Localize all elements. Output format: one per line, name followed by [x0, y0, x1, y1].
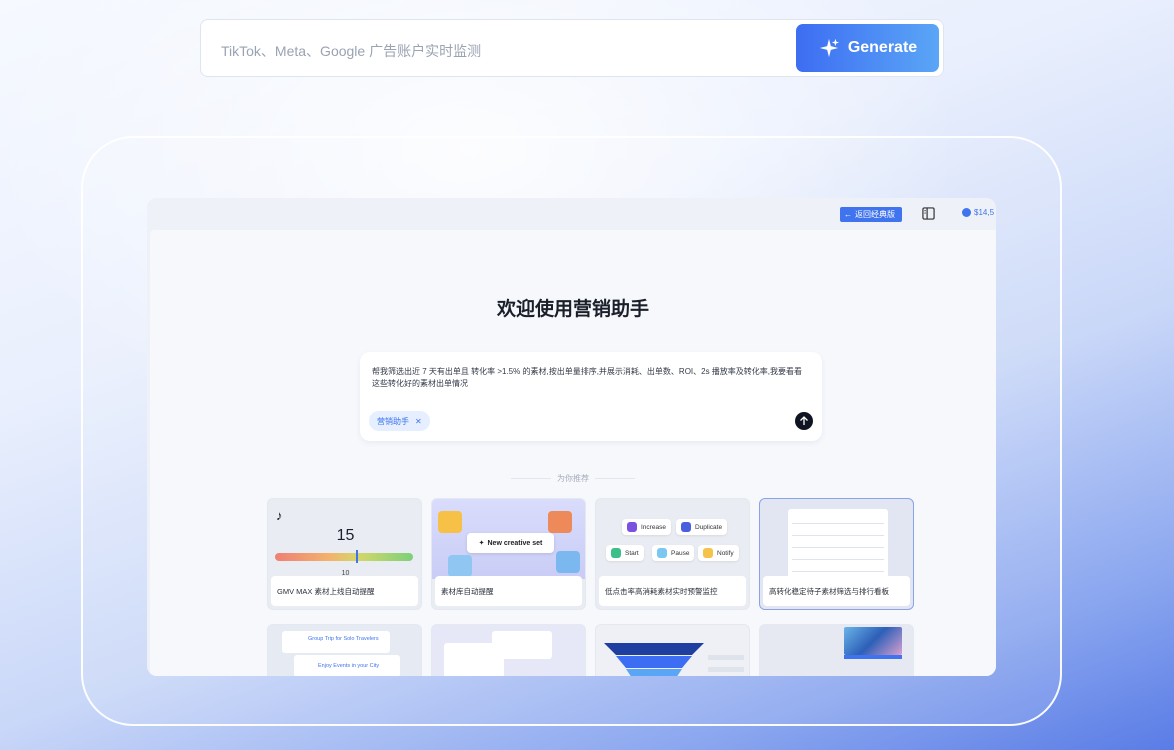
start-pill: Start — [606, 545, 644, 561]
increase-icon — [627, 522, 637, 532]
main-content: 欢迎使用营销助手 帮我筛选出近 7 天有出单且 转化率 >1.5% 的素材,按出… — [150, 230, 996, 676]
recommend-card-travel[interactable]: Group Trip for Solo Travelers Enjoy Even… — [267, 624, 422, 676]
sparkle-icon: ✦ — [478, 540, 485, 547]
gridline — [792, 571, 884, 572]
pause-label: Pause — [671, 549, 690, 557]
sparkle-icon — [819, 38, 839, 58]
recommend-card-alert[interactable]: Increase Duplicate Start Pause Notify 低点… — [595, 498, 750, 610]
recommend-card-adtitle[interactable] — [431, 624, 586, 676]
card-caption: 素材库自动提醒 — [435, 576, 582, 606]
balance-value: $14,5 — [974, 208, 995, 217]
thumb-image — [548, 511, 572, 533]
recommend-card-gmv[interactable]: ♪ 15 10 GMV MAX 素材上线自动提醒 — [267, 498, 422, 610]
arrow-up-icon — [800, 416, 808, 425]
pause-icon — [657, 548, 667, 558]
close-icon[interactable]: ✕ — [415, 417, 422, 426]
recommend-card-creative[interactable]: ✦ New creative set 素材库自动提醒 — [431, 498, 586, 610]
gridline — [792, 547, 884, 548]
wallet-icon — [962, 208, 971, 217]
gridline — [792, 523, 884, 524]
gridline — [792, 535, 884, 536]
thumb-image — [448, 555, 472, 577]
thumb-image — [556, 551, 580, 573]
prompt-text[interactable]: 帮我筛选出近 7 天有出单且 转化率 >1.5% 的素材,按出单量排序,并展示消… — [372, 366, 808, 390]
duplicate-pill: Duplicate — [676, 519, 728, 535]
play-icon — [611, 548, 621, 558]
funnel-graphic — [604, 643, 744, 676]
thumb-image — [438, 511, 462, 533]
notify-label: Notify — [717, 549, 734, 557]
ad-preview-2: Enjoy Events in your City — [294, 655, 400, 676]
sidebar-toggle-icon[interactable] — [922, 207, 935, 220]
bell-icon — [703, 548, 713, 558]
gmv-marker — [356, 550, 358, 563]
app-topbar: ← 返回经典版 $14,5 — [147, 198, 996, 230]
assistant-tag-label: 营销助手 — [377, 416, 409, 426]
pause-pill: Pause — [652, 545, 695, 561]
card-caption: 低点击率高消耗素材实时预警监控 — [599, 576, 746, 606]
recommend-card-funnel[interactable] — [595, 624, 750, 676]
increase-label: Increase — [641, 523, 666, 531]
video-thumbnail — [844, 627, 902, 655]
recommend-divider: 为你推荐 — [150, 473, 996, 484]
increase-pill: Increase — [622, 519, 671, 535]
gmv-gauge — [275, 553, 413, 561]
duplicate-icon — [681, 522, 691, 532]
campaign-panel — [492, 631, 552, 659]
chart-thumbnail — [788, 509, 888, 579]
duplicate-label: Duplicate — [695, 523, 723, 531]
send-button[interactable] — [795, 412, 813, 430]
new-creative-set-label: New creative set — [487, 539, 543, 547]
notify-pill: Notify — [698, 545, 739, 561]
balance-indicator[interactable]: $14,5 — [962, 208, 994, 217]
video-progress — [844, 655, 902, 659]
search-bar[interactable]: TikTok、Meta、Google 广告账户实时监测 Generate — [200, 19, 944, 77]
ad-title-1: Group Trip for Solo Travelers — [308, 636, 379, 642]
tiktok-icon: ♪ — [276, 508, 283, 523]
page-title: 欢迎使用营销助手 — [496, 299, 649, 320]
generate-button[interactable]: Generate — [796, 24, 939, 72]
generate-label: Generate — [847, 39, 918, 56]
new-creative-set-button: ✦ New creative set — [467, 533, 554, 553]
card-caption: 高转化稳定待子素材筛选与排行看板 — [763, 576, 910, 606]
recommend-card-ranking[interactable]: 高转化稳定待子素材筛选与排行看板 — [759, 498, 914, 610]
recommend-card-video[interactable] — [759, 624, 914, 676]
back-classic-label: 返回经典版 — [855, 210, 895, 219]
gridline — [792, 559, 884, 560]
ad-title-2: Enjoy Events in your City — [318, 663, 380, 669]
card-caption: GMV MAX 素材上线自动提醒 — [271, 576, 418, 606]
prompt-input[interactable]: 帮我筛选出近 7 天有出单且 转化率 >1.5% 的素材,按出单量排序,并展示消… — [360, 352, 822, 441]
ad-preview-1: Group Trip for Solo Travelers — [282, 631, 390, 653]
back-classic-button[interactable]: ← 返回经典版 — [840, 207, 902, 222]
assistant-tag[interactable]: 营销助手 ✕ — [369, 411, 430, 431]
search-placeholder[interactable]: TikTok、Meta、Google 广告账户实时监测 — [221, 41, 481, 61]
app-window: ← 返回经典版 $14,5 欢迎使用营销助手 帮我筛选出近 7 天有出单且 转化… — [147, 198, 996, 676]
gmv-value: 15 — [336, 527, 355, 544]
start-label: Start — [625, 549, 639, 557]
arrow-left-icon: ← — [844, 210, 852, 219]
